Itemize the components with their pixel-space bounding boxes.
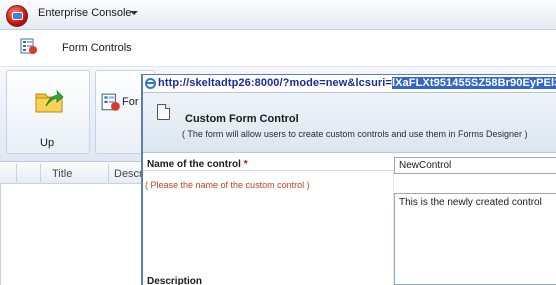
app-logo-icon[interactable] <box>6 5 28 27</box>
description-label: Description <box>147 276 203 285</box>
form-controls-icon <box>101 93 120 111</box>
description-textarea[interactable]: This is the newly created control <box>394 193 556 285</box>
form-controls-icon <box>20 38 37 54</box>
up-button-label: Up <box>40 137 55 149</box>
address-url[interactable]: http://skeltadtp26:8000/?mode=new&lcsuri… <box>158 77 556 89</box>
column-separator[interactable] <box>40 164 41 182</box>
name-label-text: Name of the control <box>147 159 244 170</box>
address-bar[interactable]: http://skeltadtp26:8000/?mode=new&lcsuri… <box>143 75 556 93</box>
name-input[interactable] <box>394 157 556 174</box>
breadcrumb[interactable]: Form Controls <box>62 42 132 54</box>
column-header-description[interactable]: Descr <box>114 168 143 180</box>
chevron-down-icon[interactable] <box>130 11 138 15</box>
app-title[interactable]: Enterprise Console <box>38 7 132 19</box>
url-prefix: http://skeltadtp26:8000/?mode=new&lcsuri… <box>158 77 392 89</box>
document-icon <box>157 104 170 120</box>
form-subtitle: ( The form will allow users to create cu… <box>182 129 528 139</box>
folder-up-icon <box>35 89 64 113</box>
form-title: Custom Form Control <box>185 113 299 125</box>
url-selected-part: lXaFLXt951455SZ58Br90EyPEl3Hec <box>391 77 556 89</box>
name-label: Name of the control * <box>147 159 248 170</box>
form-controls-button-label: For <box>122 96 139 108</box>
column-separator[interactable] <box>16 164 17 182</box>
required-marker: * <box>243 159 248 170</box>
column-separator[interactable] <box>108 164 109 182</box>
ie-page-icon <box>145 78 156 89</box>
column-header-title[interactable]: Title <box>52 168 72 180</box>
name-hint: ( Please the name of the custom control … <box>145 180 310 190</box>
